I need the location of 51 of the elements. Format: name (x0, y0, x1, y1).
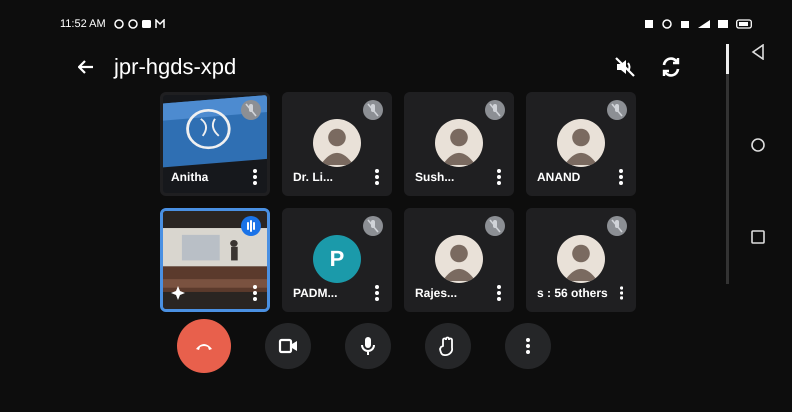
end-call-button[interactable] (176, 319, 230, 373)
switch-camera-icon[interactable] (660, 56, 682, 78)
signal-icon (698, 19, 710, 29)
more-options-icon[interactable] (253, 285, 257, 301)
participant-tile[interactable]: s : 56 others (526, 208, 636, 312)
back-arrow-icon[interactable] (78, 60, 94, 74)
avatar (435, 119, 483, 167)
participant-name: PADM... (293, 286, 338, 300)
participant-tile[interactable]: Rajes... (404, 208, 514, 312)
avatar (435, 235, 483, 283)
home-icon[interactable] (751, 138, 765, 152)
more-options-button[interactable] (504, 323, 550, 369)
video-camera-icon (278, 338, 298, 354)
more-options-icon[interactable] (620, 285, 623, 301)
more-options-icon (526, 338, 530, 354)
more-options-icon[interactable] (253, 169, 257, 185)
more-options-icon[interactable] (497, 285, 501, 301)
avatar (313, 119, 361, 167)
meeting-title[interactable]: jpr-hgds-xpd (114, 54, 236, 80)
avatar (557, 119, 605, 167)
participant-name: ANAND (537, 170, 580, 184)
participant-name: Dr. Li... (293, 170, 334, 184)
more-options-icon[interactable] (619, 169, 623, 185)
status-time: 11:52 AM (60, 18, 106, 30)
phone-icon (194, 341, 212, 351)
raise-hand-button[interactable] (424, 323, 470, 369)
camera-button[interactable] (264, 323, 310, 369)
more-options-icon[interactable] (375, 169, 379, 185)
participant-name: Rajes... (415, 286, 458, 300)
participant-name: Anitha (171, 170, 208, 184)
avatar (557, 235, 605, 283)
participant-tile[interactable]: Anitha (160, 92, 270, 196)
more-options-icon[interactable] (497, 169, 501, 185)
microphone-button[interactable] (344, 323, 390, 369)
more-options-icon[interactable] (375, 285, 379, 301)
back-icon[interactable] (751, 44, 765, 60)
participant-tile[interactable]: P PADM... (282, 208, 392, 312)
battery-icon (736, 19, 752, 29)
scrollbar[interactable] (726, 44, 729, 284)
participant-tile[interactable]: Sush... (404, 92, 514, 196)
sparkle-icon[interactable] (171, 286, 185, 300)
avatar: P (313, 235, 361, 283)
alarm-icon (662, 19, 672, 29)
recents-icon[interactable] (751, 230, 765, 244)
participant-tile[interactable]: ANAND (526, 92, 636, 196)
participant-name: Sush... (415, 170, 454, 184)
speaking-indicator-icon (241, 216, 261, 236)
participant-name: s : 56 others (537, 286, 608, 300)
speaker-off-icon[interactable] (614, 56, 636, 78)
microphone-icon (360, 336, 376, 356)
participant-tile[interactable]: Dr. Li... (282, 92, 392, 196)
